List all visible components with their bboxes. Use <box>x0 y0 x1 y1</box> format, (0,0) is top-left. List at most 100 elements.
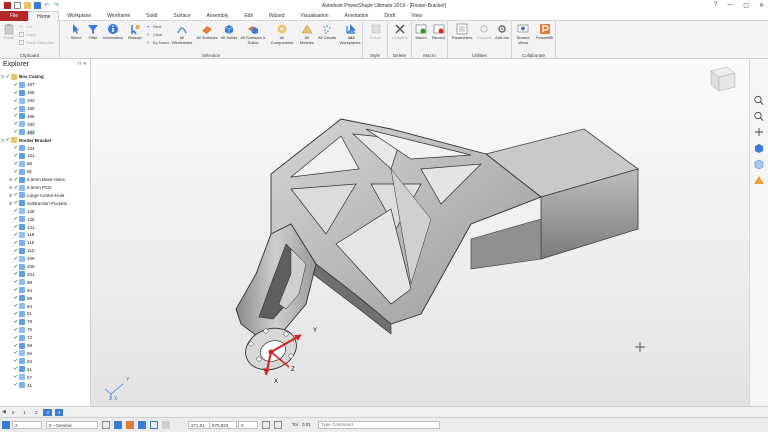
select-button[interactable]: Select <box>68 23 84 41</box>
measure-icon[interactable] <box>150 421 158 429</box>
paste-attributes-button[interactable]: Paste Attributes <box>19 40 54 45</box>
all-wireframes-button[interactable]: All Wireframes <box>170 23 194 45</box>
tree-item[interactable]: ✔ 66 <box>8 350 32 358</box>
bracket-arm-model[interactable] <box>235 223 317 377</box>
tab-draft[interactable]: Draft <box>376 11 403 21</box>
wireframe-view-icon[interactable] <box>753 159 765 169</box>
tree-item[interactable]: ✔ 128 <box>8 207 35 215</box>
shared-views-button[interactable]: Shared Views <box>513 23 533 45</box>
convert-button[interactable]: Convert <box>475 23 493 41</box>
next-button[interactable]: ➜ Next <box>146 24 161 29</box>
filter-button[interactable]: Filter <box>86 23 100 41</box>
tree-item[interactable]: ✔ 109 <box>8 255 35 263</box>
view-cube[interactable] <box>710 66 736 92</box>
tree-item[interactable]: ⊞ ✔ Large-Centre-Hole <box>8 192 64 200</box>
tree-item[interactable]: ✔ 131 <box>8 152 35 160</box>
tree-item[interactable]: ✔ 41 <box>8 381 32 389</box>
tree-item[interactable]: ⊞ ✔ Subtraction Pockets <box>8 199 67 207</box>
tree-item[interactable]: ✔ 91 <box>8 168 32 176</box>
level-tab-4[interactable]: 4 <box>54 408 64 416</box>
maximize-button[interactable]: ▢ <box>743 2 749 9</box>
snap-icon[interactable] <box>114 421 122 429</box>
tab-visualisation[interactable]: Visualisation <box>293 11 337 21</box>
z-coordinate-field[interactable]: 0 <box>238 421 258 429</box>
tab-solid[interactable]: Solid <box>138 11 165 21</box>
tree-item[interactable]: ✔ 61 <box>8 365 32 373</box>
level-tab-0[interactable]: 0 <box>9 409 18 416</box>
tab-workplane[interactable]: Workplane <box>59 11 99 21</box>
tree-item[interactable]: ✔ 115 <box>8 239 34 247</box>
tree-item[interactable]: ✔ 118 <box>8 231 34 239</box>
tree-item[interactable]: ✔ 57 <box>8 373 32 381</box>
powermill-button[interactable]: PowerMill <box>534 23 555 41</box>
by-name-button[interactable]: ↖ By Name <box>146 40 169 45</box>
tree-item[interactable]: ✔ 112 <box>8 247 34 255</box>
tree-item[interactable]: ✔ 125 <box>8 215 35 223</box>
level-name-select[interactable]: 0 - General <box>46 421 98 429</box>
delete-button[interactable]: Undelete <box>391 23 409 41</box>
tree-item[interactable]: ✔ 75 <box>8 326 32 334</box>
relative-icon[interactable] <box>274 421 282 429</box>
zoom-window-icon[interactable] <box>753 111 765 121</box>
tree-item[interactable]: ✔ 94 <box>8 286 32 294</box>
tree-item[interactable]: ✔ 81 <box>8 310 32 318</box>
tree-item[interactable]: ✔ 88 <box>8 294 32 302</box>
shaded-view-icon[interactable] <box>753 143 765 153</box>
all-meshes-button[interactable]: All Meshes <box>298 23 316 45</box>
position-icon[interactable] <box>162 421 170 429</box>
tab-wizard[interactable]: Wizard <box>261 11 293 21</box>
absolute-icon[interactable] <box>262 421 270 429</box>
intelligent-cursor-icon[interactable] <box>126 421 134 429</box>
tree-item[interactable]: ✔ 101 <box>8 271 35 279</box>
tree-item[interactable]: ✔ 183 <box>8 120 35 128</box>
all-solids-button[interactable]: All Solids <box>220 23 238 41</box>
tree-item[interactable]: ✔ 69 <box>8 342 32 350</box>
all-surfaces-solids-button[interactable]: All Surfaces & Solids <box>240 23 266 45</box>
level-tab-2[interactable]: 2 <box>32 409 41 416</box>
level-arrow-icon[interactable]: ◀ <box>2 409 6 415</box>
record-button[interactable]: Record <box>430 23 447 41</box>
all-button[interactable]: All <box>345 23 360 41</box>
y-coordinate-field[interactable]: 670.823 <box>209 421 237 429</box>
tab-home[interactable]: Home <box>28 10 60 21</box>
model-view[interactable]: Y X Z Y Z X <box>91 59 749 406</box>
tree-item[interactable]: ✔ 78 <box>8 318 32 326</box>
level-tab-1[interactable]: 1 <box>20 409 29 416</box>
material-icon[interactable] <box>753 175 765 185</box>
tree-item[interactable]: ✔ 63 <box>8 357 32 365</box>
tree-group[interactable]: ⊟ ✔ Router Bracket <box>0 136 51 144</box>
tree-item[interactable]: ✔ 98 <box>8 278 32 286</box>
tab-wireframe[interactable]: Wireframe <box>99 11 138 21</box>
level-tab-3[interactable]: 3 <box>43 408 52 416</box>
workplane-select-icon[interactable] <box>102 421 110 429</box>
tree-item[interactable]: ✔ 84 <box>8 302 32 310</box>
command-input[interactable] <box>318 421 440 429</box>
all-clouds-button[interactable]: All Clouds <box>318 23 336 41</box>
minimize-button[interactable]: — <box>727 2 733 9</box>
all-components-button[interactable]: All Components <box>268 23 296 45</box>
clear-button[interactable]: ↖ Clear <box>146 32 163 37</box>
all-surfaces-button[interactable]: All Surfaces <box>196 23 218 41</box>
information-button[interactable]: Information <box>102 23 124 41</box>
pin-icon[interactable]: ⊓ ✕ <box>78 61 87 68</box>
tolerance-value[interactable]: 0.01 <box>302 421 311 429</box>
tree-item[interactable]: ✔ 189 <box>8 105 35 113</box>
tree-item[interactable]: ✔ 105 <box>8 263 35 271</box>
close-button[interactable]: ✕ <box>759 2 764 9</box>
tree-item[interactable]: ⊞ ✔ 6.5mm PCD <box>8 184 52 192</box>
tree-item[interactable]: ✔ 186 <box>8 113 35 121</box>
addins-button[interactable]: Add-Ins <box>493 23 511 41</box>
graphics-viewport[interactable]: Y X Z Y Z X <box>91 59 749 406</box>
tab-edit[interactable]: Edit <box>236 11 261 21</box>
colour-button[interactable]: Colour <box>366 23 385 41</box>
tree-item[interactable]: ⊞ ✔ 6.5mm Base Holes <box>8 176 65 184</box>
level-number-select[interactable]: 2 <box>12 421 42 429</box>
tab-annotation[interactable]: Annotation <box>337 11 377 21</box>
macro-button[interactable]: Macro <box>413 23 429 41</box>
tab-view[interactable]: View <box>403 11 430 21</box>
tree-item[interactable]: ✔ 72 <box>8 334 32 342</box>
restore-button[interactable]: Restore <box>126 23 144 41</box>
tree-item[interactable]: ✔ 195 <box>8 89 35 97</box>
tree-item[interactable]: ✔ 121 <box>8 223 35 231</box>
tab-assembly[interactable]: Assembly <box>199 11 237 21</box>
